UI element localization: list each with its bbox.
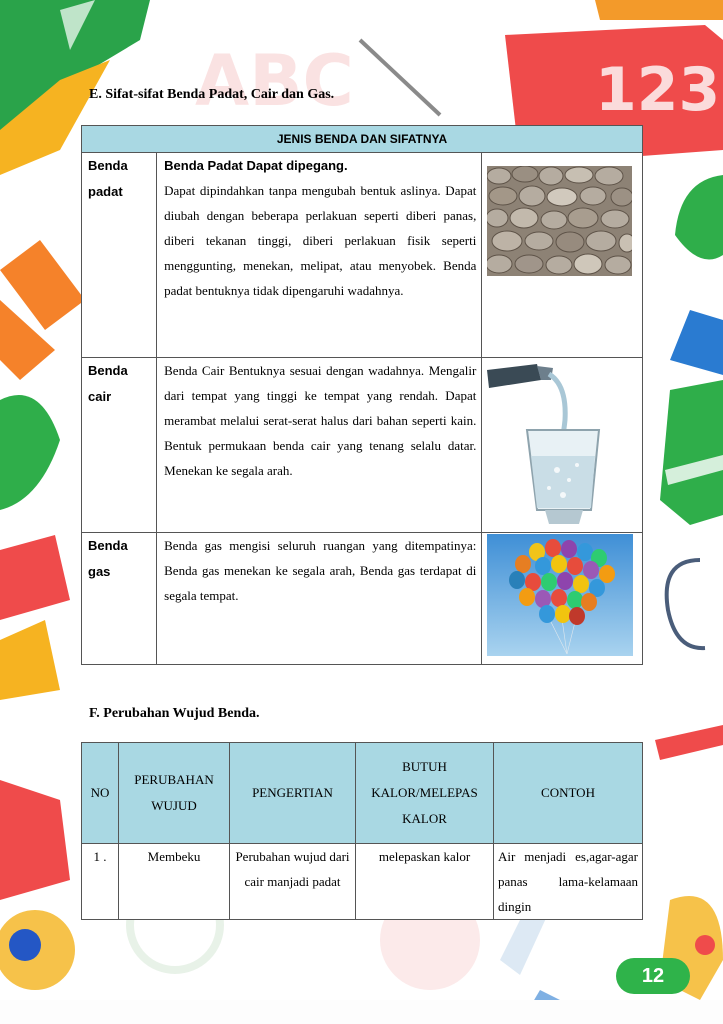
row-image-cell-solid [481, 152, 643, 358]
row-image-cell-liquid [481, 357, 643, 533]
row-name-gas: Benda gas [80, 532, 158, 665]
table-row-solid: Benda padat Benda Padat Dapat dipegang. … [80, 152, 643, 358]
col-header-perubahan: PERUBAHAN WUJUD [118, 742, 230, 844]
section-f-heading: F. Perubahan Wujud Benda. [89, 706, 260, 721]
col-header-no: NO [81, 742, 119, 844]
row-desc-liquid: Benda Cair Bentuknya sesuai dengan wadah… [156, 357, 483, 533]
state-change-header-row: NO PERUBAHAN WUJUD PENGERTIAN BUTUH KALO… [81, 742, 643, 844]
table-row-liquid: Benda cair Benda Cair Bentuknya sesuai d… [80, 357, 643, 533]
cell-perubahan: Membeku [118, 843, 230, 920]
page-content: E. Sifat-sifat Benda Padat, Cair dan Gas… [0, 0, 723, 1024]
row-image-cell-gas [481, 532, 643, 665]
balloons-photo [487, 534, 634, 656]
cell-pengertian: Perubahan wujud dari cair manjadi padat [229, 843, 356, 920]
pebbles-photo [487, 166, 633, 276]
properties-table: JENIS BENDA DAN SIFATNYA Benda padat Ben… [80, 125, 643, 665]
properties-table-title-row: JENIS BENDA DAN SIFATNYA [81, 125, 643, 153]
row-text-liquid: Benda Cair Bentuknya sesuai dengan wadah… [164, 363, 477, 478]
row-text-solid: Dapat dipindahkan tanpa mengubah bentuk … [164, 183, 477, 298]
table-row: 1 . Membeku Perubahan wujud dari cair ma… [81, 843, 643, 920]
cell-kalor: melepaskan kalor [355, 843, 494, 920]
row-name-solid: Benda padat [80, 152, 158, 358]
row-lead-solid: Benda Padat Dapat dipegang. [164, 158, 348, 173]
cell-no: 1 . [81, 843, 119, 920]
table-row-gas: Benda gas Benda gas mengisi seluruh ruan… [80, 532, 643, 665]
row-desc-solid: Benda Padat Dapat dipegang. Dapat dipind… [156, 152, 483, 358]
col-header-pengertian: PENGERTIAN [229, 742, 356, 844]
col-header-contoh: CONTOH [493, 742, 643, 844]
cell-contoh: Air menjadi es,agar-agar panas lama-kela… [493, 843, 643, 920]
properties-table-title: JENIS BENDA DAN SIFATNYA [81, 125, 643, 153]
state-change-table: NO PERUBAHAN WUJUD PENGERTIAN BUTUH KALO… [81, 742, 643, 920]
row-text-gas: Benda gas mengisi seluruh ruangan yang d… [164, 538, 477, 603]
col-header-kalor: BUTUH KALOR/MELEPAS KALOR [355, 742, 494, 844]
row-name-liquid: Benda cair [80, 357, 158, 533]
page-number-badge: 12 [616, 958, 690, 994]
section-e-heading: E. Sifat-sifat Benda Padat, Cair dan Gas… [89, 87, 335, 102]
row-desc-gas: Benda gas mengisi seluruh ruangan yang d… [156, 532, 483, 665]
water-glass-photo [487, 360, 638, 528]
